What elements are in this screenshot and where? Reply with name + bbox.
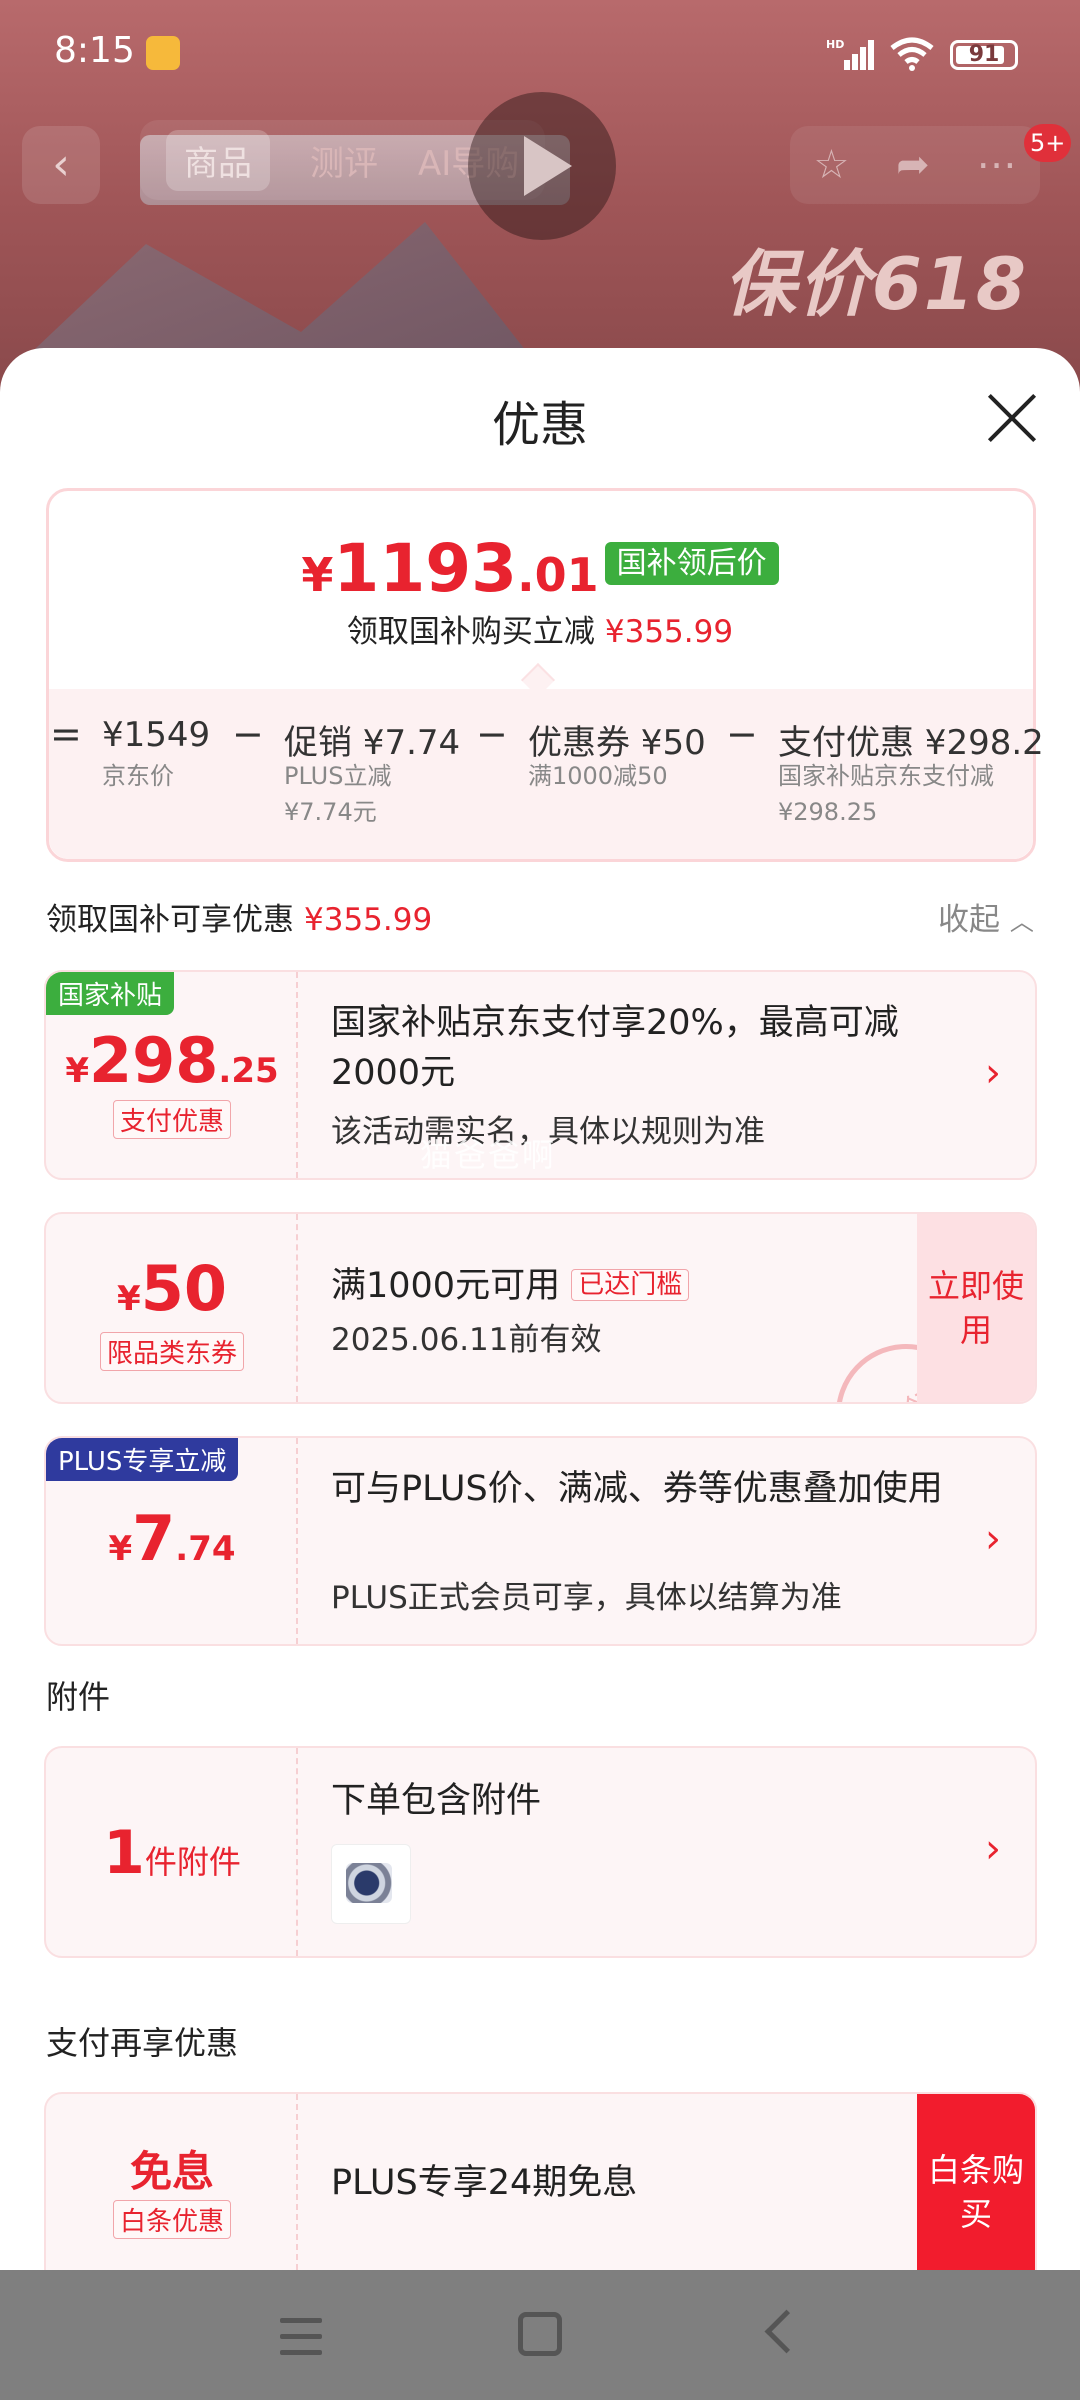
- offer-description: PLUS正式会员可享，具体以结算为准: [331, 1580, 842, 1616]
- gov-subsidy-tag: 国家补贴: [46, 972, 175, 1015]
- close-icon[interactable]: [986, 392, 1038, 444]
- baitiao-buy-button[interactable]: 白条购买: [917, 2094, 1035, 2290]
- installment-title: PLUS专享24期免息: [331, 2163, 638, 2203]
- amount-integer: 7: [132, 1502, 176, 1575]
- back-icon[interactable]: [755, 2298, 835, 2378]
- reduction-amount: ¥355.99: [604, 614, 734, 650]
- coupon-condition-text: 满1000元可用: [331, 1266, 561, 1306]
- coupon-type-label: 限品类东券: [99, 1332, 245, 1371]
- minus-sign: −: [726, 712, 758, 756]
- threshold-reached-tag: 已达门槛: [571, 1269, 690, 1301]
- minus-sign: −: [476, 712, 508, 756]
- payment-discount-label: 支付优惠: [112, 1100, 232, 1139]
- plus-discount-tag: PLUS专享立减: [46, 1438, 239, 1481]
- currency: ¥: [65, 1051, 89, 1091]
- gov-subsidy-price-tag: 国补领后价: [604, 542, 779, 585]
- collapse-label: 收起: [938, 902, 1000, 938]
- favorite-star-icon[interactable]: ☆: [813, 142, 849, 188]
- offers-section-amount: ¥355.99: [304, 902, 433, 938]
- use-now-button[interactable]: 立即使用: [917, 1214, 1035, 1402]
- coupon-card[interactable]: ¥50 限品类东券 满1000元可用 已达门槛 2025.06.11前有效 已领…: [44, 1212, 1037, 1404]
- coupon-discount: 优惠券 ¥50: [528, 723, 706, 763]
- offer-title: 国家补贴京东支付享20%，最高可减2000元: [331, 1003, 899, 1093]
- home-icon[interactable]: [514, 2298, 594, 2378]
- promo-amount: ¥7.74元: [284, 798, 377, 826]
- equals-sign: =: [50, 712, 82, 756]
- promo-label: PLUS立减: [284, 762, 392, 790]
- signal-icon: HD: [826, 38, 874, 70]
- reduction-label: 领取国补购买立减: [346, 614, 595, 650]
- offer-amount: ¥7.74: [46, 1502, 298, 1575]
- top-right-actions: ☆ ➦ ⋯: [790, 126, 1040, 204]
- tab-reviews[interactable]: 测评: [310, 136, 378, 185]
- svg-text:HD: HD: [826, 38, 844, 51]
- payment-section-header: 支付再享优惠: [46, 2024, 239, 2062]
- count-unit: 件附件: [144, 1843, 241, 1881]
- accessory-section-header: 附件: [46, 1678, 111, 1716]
- price-integer: 1193: [333, 530, 518, 607]
- amount-decimal: .25: [218, 1051, 279, 1091]
- status-time: 8:15: [54, 30, 135, 71]
- plus-member-offer-card[interactable]: PLUS专享立减 ¥7.74 可与PLUS价、满减、券等优惠叠加使用 PLUS正…: [44, 1436, 1037, 1646]
- subsidy-reduction-text: 领取国补购买立减 ¥355.99: [0, 606, 1080, 651]
- battery-level: 91: [968, 42, 1000, 67]
- menu-icon[interactable]: [280, 2298, 360, 2378]
- price-decimal: .01: [517, 548, 599, 602]
- sheet-title: 优惠: [491, 397, 588, 453]
- payment-amount: ¥298.25: [778, 798, 878, 826]
- accessory-count: 1件附件: [46, 1818, 298, 1888]
- interest-free-card[interactable]: 免息 白条优惠 PLUS专享24期免息 白条购买: [44, 2092, 1037, 2292]
- watermark: 猫爸爸啊: [420, 1136, 557, 1174]
- minus-sign: −: [232, 712, 264, 756]
- payment-discount: 支付优惠 ¥298.2: [778, 723, 1044, 763]
- payment-label: 国家补贴京东支付减: [778, 762, 994, 790]
- collapse-button[interactable]: 收起 ︿: [938, 894, 1034, 939]
- play-video-icon[interactable]: [468, 92, 616, 240]
- promo-discount: 促销 ¥7.74: [284, 723, 461, 763]
- currency: ¥: [117, 1279, 141, 1319]
- promo-banner-text: 保价618: [723, 242, 1028, 326]
- notification-icon: [146, 36, 180, 70]
- accessory-thumbnail: [331, 1844, 411, 1924]
- chevron-up-icon: ︿: [1009, 908, 1034, 936]
- back-button[interactable]: ‹: [22, 126, 100, 204]
- accessory-title: 下单包含附件: [331, 1781, 542, 1821]
- chevron-right-icon: ›: [985, 1516, 1001, 1562]
- amount-decimal: .74: [175, 1529, 236, 1569]
- amount-integer: 298: [89, 1024, 219, 1097]
- count-number: 1: [103, 1818, 145, 1888]
- coupon-condition: 满1000元可用 已达门槛: [331, 1260, 690, 1311]
- offers-section-label: 领取国补可享优惠: [46, 902, 294, 938]
- price-currency: ¥: [301, 548, 334, 602]
- jd-price-label: 京东价: [102, 762, 174, 790]
- more-icon[interactable]: ⋯: [977, 142, 1017, 188]
- coupon-label: 满1000减50: [528, 762, 668, 790]
- offer-amount: ¥298.25: [46, 1024, 298, 1097]
- accessory-card[interactable]: 1件附件 下单包含附件 ›: [44, 1746, 1037, 1958]
- share-icon[interactable]: ➦: [896, 142, 930, 188]
- currency: ¥: [108, 1529, 133, 1569]
- interest-free-label: 免息: [129, 2147, 214, 2196]
- offers-section-header: 领取国补可享优惠 ¥355.99: [46, 894, 432, 939]
- tab-goods[interactable]: 商品: [166, 129, 270, 191]
- baitiao-offer-label: 白条优惠: [112, 2200, 232, 2239]
- wifi-icon: [890, 37, 934, 71]
- battery-icon: 91: [950, 40, 1018, 70]
- coupon-expiry: 2025.06.11前有效: [331, 1322, 602, 1358]
- chevron-right-icon: ›: [985, 1050, 1001, 1096]
- amount-integer: 50: [140, 1252, 227, 1325]
- jd-price: ¥1549: [102, 715, 211, 755]
- message-badge: 5+: [1024, 124, 1072, 162]
- offer-title: 可与PLUS价、满减、券等优惠叠加使用: [331, 1469, 943, 1509]
- chevron-right-icon: ›: [985, 1826, 1001, 1872]
- coupon-amount: ¥50: [46, 1252, 298, 1325]
- final-price: ¥1193.01 国补领后价: [0, 530, 1080, 607]
